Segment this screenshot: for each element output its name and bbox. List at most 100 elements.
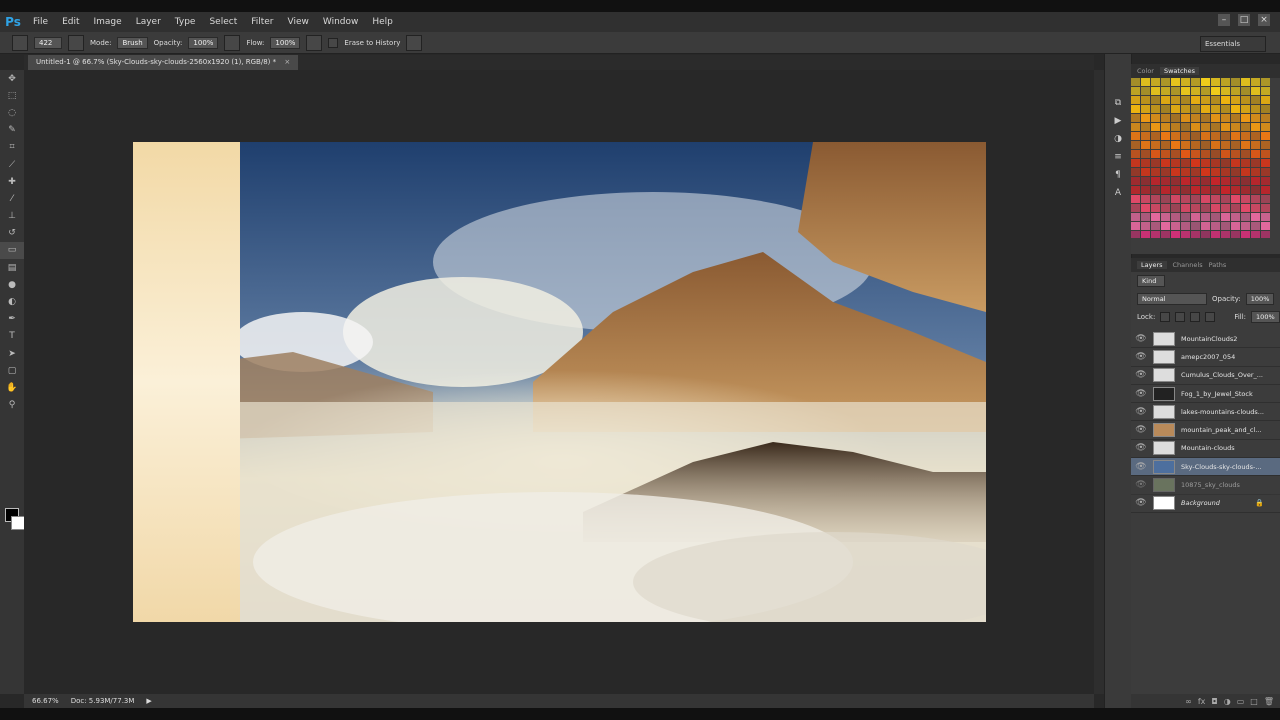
swatch-cell[interactable] — [1221, 159, 1230, 167]
swatch-cell[interactable] — [1251, 177, 1260, 185]
swatch-cell[interactable] — [1241, 78, 1250, 86]
swatch-cell[interactable] — [1131, 231, 1140, 238]
link-layers-icon[interactable]: ∞ — [1185, 697, 1192, 706]
history-panel-icon[interactable]: ⧉ — [1105, 94, 1131, 112]
swatch-cell[interactable] — [1131, 114, 1140, 122]
fill-input[interactable]: 100% — [1251, 311, 1280, 323]
swatch-cell[interactable] — [1151, 213, 1160, 221]
swatch-cell[interactable] — [1181, 87, 1190, 95]
swatch-cell[interactable] — [1171, 114, 1180, 122]
swatch-cell[interactable] — [1151, 105, 1160, 113]
swatch-cell[interactable] — [1221, 186, 1230, 194]
swatch-cell[interactable] — [1151, 114, 1160, 122]
swatch-cell[interactable] — [1131, 78, 1140, 86]
swatch-cell[interactable] — [1141, 78, 1150, 86]
swatch-cell[interactable] — [1261, 159, 1270, 167]
swatch-cell[interactable] — [1171, 132, 1180, 140]
menu-image[interactable]: Image — [87, 17, 129, 27]
swatch-cell[interactable] — [1261, 87, 1270, 95]
clone-stamp-tool-icon[interactable]: ⊥ — [0, 208, 24, 225]
swatch-cell[interactable] — [1261, 231, 1270, 238]
swatch-cell[interactable] — [1241, 231, 1250, 238]
trash-icon[interactable]: 🗑 — [1264, 697, 1274, 706]
swatch-cell[interactable] — [1241, 132, 1250, 140]
swatch-cell[interactable] — [1151, 87, 1160, 95]
swatch-cell[interactable] — [1151, 123, 1160, 131]
layer-opacity-input[interactable]: 100% — [1245, 293, 1275, 305]
eye-icon[interactable]: 👁 — [1131, 407, 1151, 417]
layer-row[interactable]: 👁 lakes-mountains-clouds... — [1131, 403, 1280, 422]
swatch-cell[interactable] — [1151, 222, 1160, 230]
tab-channels[interactable]: Channels — [1173, 261, 1203, 269]
layer-style-icon[interactable]: fx — [1198, 697, 1206, 706]
add-mask-icon[interactable]: ◘ — [1211, 697, 1217, 706]
swatch-cell[interactable] — [1161, 105, 1170, 113]
dodge-tool-icon[interactable]: ◐ — [0, 293, 24, 310]
eye-icon[interactable]: 👁 — [1131, 462, 1151, 472]
swatch-cell[interactable] — [1191, 213, 1200, 221]
healing-tool-icon[interactable]: ✚ — [0, 173, 24, 190]
swatch-cell[interactable] — [1181, 177, 1190, 185]
swatch-cell[interactable] — [1131, 141, 1140, 149]
tab-color[interactable]: Color — [1137, 67, 1154, 75]
swatch-cell[interactable] — [1131, 195, 1140, 203]
swatch-cell[interactable] — [1131, 186, 1140, 194]
maximize-icon[interactable]: □ — [1238, 14, 1250, 26]
close-icon[interactable]: × — [1258, 14, 1270, 26]
swatch-cell[interactable] — [1261, 222, 1270, 230]
swatch-cell[interactable] — [1251, 195, 1260, 203]
swatch-cell[interactable] — [1191, 231, 1200, 238]
swatch-cell[interactable] — [1211, 87, 1220, 95]
swatch-cell[interactable] — [1191, 177, 1200, 185]
vertical-scrollbar[interactable] — [1094, 70, 1104, 694]
marquee-tool-icon[interactable]: ⬚ — [0, 87, 24, 104]
crop-tool-icon[interactable]: ⌗ — [0, 139, 24, 156]
swatch-cell[interactable] — [1131, 177, 1140, 185]
swatch-cell[interactable] — [1201, 222, 1210, 230]
swatch-cell[interactable] — [1261, 168, 1270, 176]
swatch-cell[interactable] — [1211, 132, 1220, 140]
swatch-cell[interactable] — [1151, 177, 1160, 185]
layer-row[interactable]: 👁 Fog_1_by_Jewel_Stock — [1131, 385, 1280, 404]
swatch-cell[interactable] — [1251, 222, 1260, 230]
character-panel-icon[interactable]: A — [1105, 184, 1131, 202]
swatch-cell[interactable] — [1171, 150, 1180, 158]
swatch-cell[interactable] — [1231, 87, 1240, 95]
swatch-cell[interactable] — [1251, 168, 1260, 176]
swatch-cell[interactable] — [1141, 123, 1150, 131]
swatch-cell[interactable] — [1231, 177, 1240, 185]
swatch-cell[interactable] — [1221, 96, 1230, 104]
swatch-cell[interactable] — [1201, 195, 1210, 203]
swatch-cell[interactable] — [1191, 96, 1200, 104]
adjustments-panel-icon[interactable]: ◑ — [1105, 130, 1131, 148]
swatch-cell[interactable] — [1141, 222, 1150, 230]
swatch-cell[interactable] — [1131, 96, 1140, 104]
swatch-cell[interactable] — [1221, 195, 1230, 203]
swatch-cell[interactable] — [1151, 132, 1160, 140]
swatch-cell[interactable] — [1181, 150, 1190, 158]
swatch-cell[interactable] — [1151, 231, 1160, 238]
layer-row[interactable]: 👁 Mountain-clouds — [1131, 440, 1280, 459]
zoom-tool-icon[interactable]: ⚲ — [0, 397, 24, 414]
swatch-cell[interactable] — [1231, 150, 1240, 158]
swatch-cell[interactable] — [1151, 78, 1160, 86]
swatch-cell[interactable] — [1191, 186, 1200, 194]
swatch-cell[interactable] — [1131, 168, 1140, 176]
swatch-cell[interactable] — [1191, 132, 1200, 140]
swatch-cell[interactable] — [1221, 213, 1230, 221]
document-tab[interactable]: Untitled-1 @ 66.7% (Sky-Clouds-sky-cloud… — [28, 55, 299, 70]
swatch-cell[interactable] — [1131, 213, 1140, 221]
swatch-cell[interactable] — [1251, 231, 1260, 238]
swatch-cell[interactable] — [1221, 78, 1230, 86]
swatch-cell[interactable] — [1181, 141, 1190, 149]
swatch-cell[interactable] — [1251, 123, 1260, 131]
swatch-cell[interactable] — [1221, 177, 1230, 185]
swatch-cell[interactable] — [1161, 132, 1170, 140]
menu-filter[interactable]: Filter — [244, 17, 280, 27]
swatch-cell[interactable] — [1201, 159, 1210, 167]
swatch-cell[interactable] — [1211, 105, 1220, 113]
swatch-cell[interactable] — [1221, 123, 1230, 131]
swatch-cell[interactable] — [1181, 213, 1190, 221]
workspace-selector[interactable]: Essentials — [1200, 36, 1266, 52]
layer-row-selected[interactable]: 👁 Sky-Clouds-sky-clouds-... — [1131, 458, 1280, 477]
